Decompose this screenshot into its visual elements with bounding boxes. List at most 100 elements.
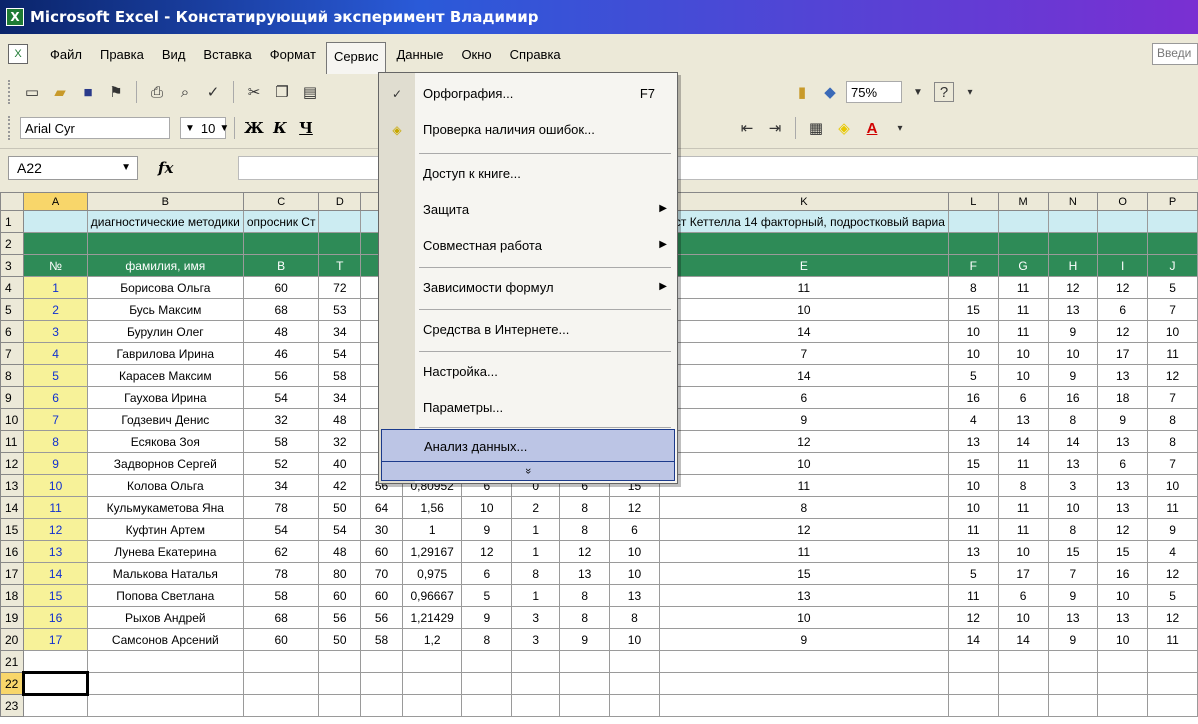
cell[interactable]: 56	[318, 606, 362, 629]
cell[interactable]: 54	[318, 342, 362, 365]
cell[interactable]: 10	[461, 496, 513, 519]
menu-item-spelling[interactable]: ✓ Орфография... F7	[379, 77, 677, 111]
cell-number[interactable]: 11	[23, 496, 88, 519]
row-header[interactable]: 10	[0, 408, 25, 431]
cell[interactable]	[947, 650, 999, 673]
cell[interactable]: 4	[1147, 540, 1198, 563]
cell-number[interactable]: 6	[23, 386, 88, 409]
cell[interactable]: 9	[559, 628, 611, 651]
cell[interactable]	[318, 210, 362, 233]
new-document-icon[interactable]: ▭	[20, 80, 44, 104]
cell[interactable]: 1	[511, 518, 561, 541]
cell-student-name[interactable]: Лунева Екатерина	[86, 540, 244, 563]
cell[interactable]: 5	[1147, 584, 1198, 607]
cell[interactable]: 6	[609, 518, 660, 541]
cell[interactable]: 8	[559, 584, 611, 607]
cell[interactable]: 5	[1147, 276, 1198, 299]
bold-button[interactable]: Ж	[243, 116, 265, 140]
menu-item-share-workbook[interactable]: Доступ к книге...	[379, 157, 677, 191]
column-label-cell[interactable]: I	[1097, 254, 1149, 277]
cell[interactable]: 11	[1147, 342, 1198, 365]
help-search-input[interactable]: Введи	[1152, 43, 1198, 65]
column-label-cell[interactable]: H	[1047, 254, 1099, 277]
cell-student-name[interactable]: Куфтин Артем	[86, 518, 244, 541]
row-header[interactable]: 19	[0, 606, 25, 629]
cell[interactable]	[23, 210, 88, 233]
cell-number[interactable]: 2	[23, 298, 88, 321]
cell[interactable]	[511, 694, 561, 717]
row-header[interactable]: 12	[0, 452, 25, 475]
cell[interactable]: 8	[461, 628, 513, 651]
cell[interactable]	[401, 672, 463, 695]
cell[interactable]: 6	[997, 584, 1049, 607]
cell[interactable]: 13	[559, 562, 611, 585]
active-cell[interactable]	[22, 671, 89, 696]
cell[interactable]	[360, 694, 403, 717]
cell[interactable]	[86, 650, 244, 673]
cell[interactable]: 9	[461, 518, 513, 541]
cell[interactable]: 10	[658, 452, 949, 475]
column-label-cell[interactable]: E	[658, 254, 949, 277]
column-label-cell[interactable]: F	[947, 254, 999, 277]
cell[interactable]: 11	[658, 474, 949, 497]
cell[interactable]	[1147, 232, 1198, 255]
underline-button[interactable]: Ч	[295, 116, 317, 140]
cell[interactable]: 1	[401, 518, 463, 541]
cell[interactable]: 7	[1147, 452, 1198, 475]
cell[interactable]: 13	[1047, 298, 1099, 321]
fill-color-icon[interactable]: ◈	[832, 116, 856, 140]
cell[interactable]: 11	[997, 496, 1049, 519]
cell[interactable]: 10	[947, 320, 999, 343]
cell[interactable]: 78	[242, 562, 320, 585]
column-header-p[interactable]: P	[1147, 192, 1198, 211]
cell[interactable]: 60	[360, 540, 403, 563]
cell-student-name[interactable]: Рыхов Андрей	[86, 606, 244, 629]
cell[interactable]	[947, 210, 999, 233]
insert-function-icon[interactable]: fx	[158, 159, 173, 177]
row-header[interactable]: 3	[0, 254, 25, 277]
cell[interactable]: 10	[947, 474, 999, 497]
cell[interactable]: 14	[658, 364, 949, 387]
cell[interactable]: 10	[997, 364, 1049, 387]
cell[interactable]	[242, 672, 320, 695]
toolbar-options-icon[interactable]: ▾	[888, 116, 912, 140]
cell-student-name[interactable]: Бусь Максим	[86, 298, 244, 321]
cell[interactable]: 8	[609, 606, 660, 629]
cell[interactable]	[997, 672, 1049, 695]
cell[interactable]: 32	[242, 408, 320, 431]
cell[interactable]	[511, 650, 561, 673]
cell[interactable]: 6	[1097, 298, 1149, 321]
cell[interactable]	[318, 694, 362, 717]
column-header-n[interactable]: N	[1047, 192, 1099, 211]
cell-number[interactable]: 17	[23, 628, 88, 651]
cell[interactable]: 9	[658, 628, 949, 651]
cell[interactable]: 9	[1047, 364, 1099, 387]
cell[interactable]: 7	[1147, 386, 1198, 409]
cell[interactable]: 1,29167	[401, 540, 463, 563]
cell[interactable]: 30	[360, 518, 403, 541]
cell[interactable]	[86, 672, 244, 695]
cell[interactable]: 11	[997, 298, 1049, 321]
row-header[interactable]: 15	[0, 518, 25, 541]
cell[interactable]: 3	[1047, 474, 1099, 497]
row-header[interactable]: 22	[0, 672, 25, 695]
cell[interactable]: 0,975	[401, 562, 463, 585]
cell[interactable]	[997, 232, 1049, 255]
menu-item-formula-auditing[interactable]: Зависимости формул ▶	[379, 271, 677, 305]
cell[interactable]	[86, 232, 244, 255]
cell[interactable]: 16	[1047, 386, 1099, 409]
cell[interactable]: 14	[997, 628, 1049, 651]
cell[interactable]: 9	[1047, 320, 1099, 343]
copy-icon[interactable]: ❐	[270, 80, 294, 104]
cell[interactable]: 10	[997, 342, 1049, 365]
menu-item-data-analysis[interactable]: Анализ данных...	[381, 429, 675, 463]
row-header[interactable]: 11	[0, 430, 25, 453]
row-header[interactable]: 23	[0, 694, 25, 717]
cell[interactable]	[1147, 650, 1198, 673]
cell[interactable]: 52	[242, 452, 320, 475]
cell[interactable]: 3	[511, 606, 561, 629]
row-header[interactable]: 21	[0, 650, 25, 673]
column-label-cell[interactable]: G	[997, 254, 1049, 277]
decrease-indent-icon[interactable]: ⇤	[735, 116, 759, 140]
cell[interactable]: 16	[1097, 562, 1149, 585]
